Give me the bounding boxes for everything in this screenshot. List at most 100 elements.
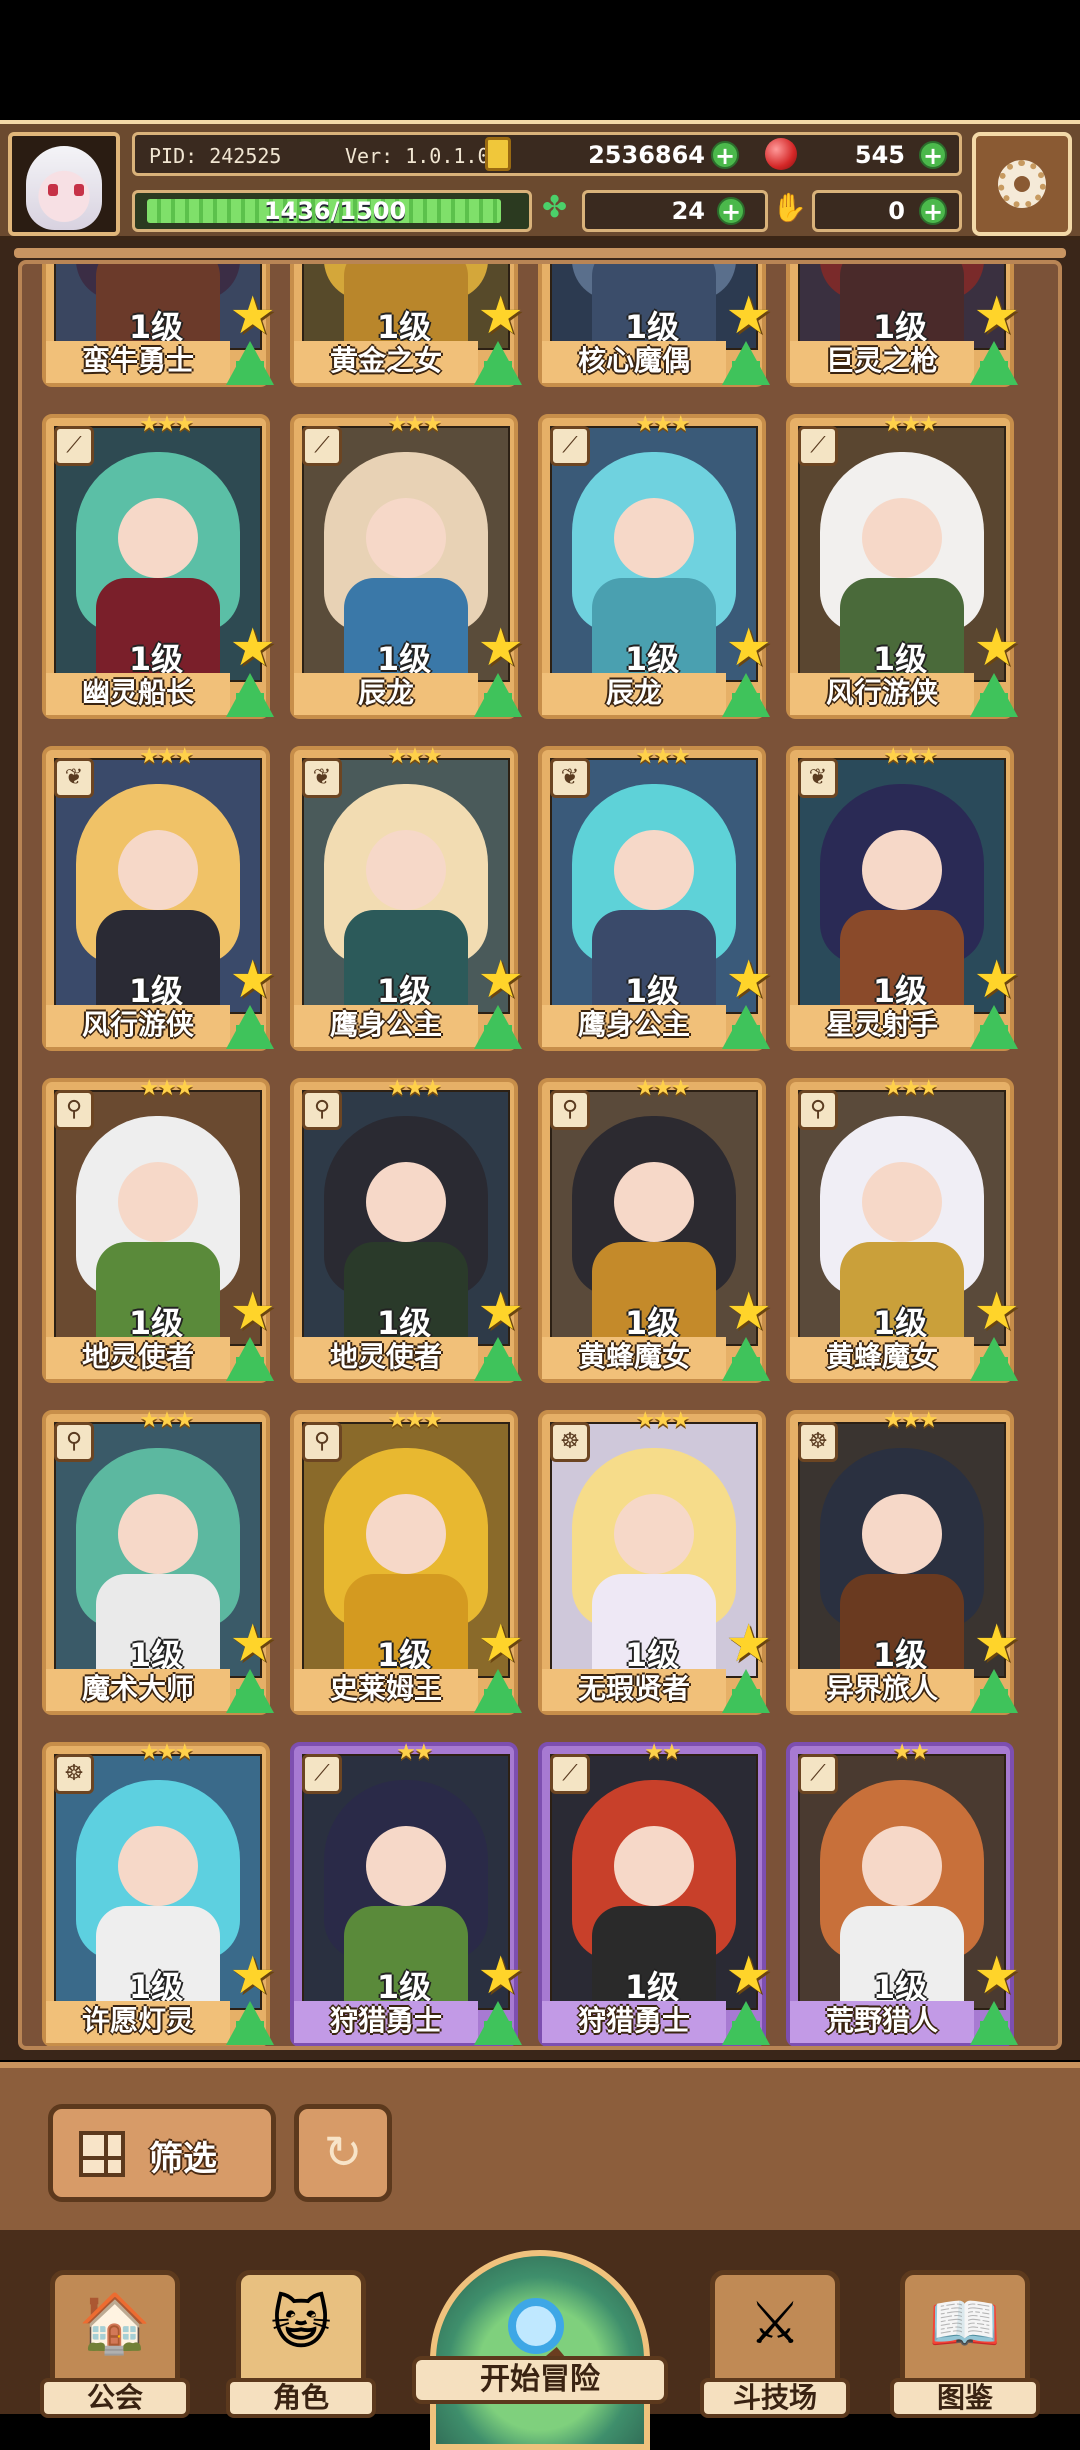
hero-card[interactable]: ☸ ★★★ 1级 ★ 无瑕贤者: [538, 1408, 772, 1715]
game-version: Ver: 1.0.1.0: [345, 144, 490, 168]
level-up-arrow-icon[interactable]: [970, 1005, 1018, 1049]
filter-button[interactable]: 筛选: [48, 2104, 276, 2202]
hero-card[interactable]: ❦ ★★★ 1级 ★ 鹰身公主: [538, 744, 772, 1051]
level-up-arrow-icon[interactable]: [970, 1669, 1018, 1713]
star-upgrade-icon: ★: [229, 1946, 276, 2006]
hero-card[interactable]: ⟋ ★★★ 1级 ★ 辰龙: [538, 412, 772, 719]
hero-face: [862, 830, 942, 910]
level-up-arrow-icon[interactable]: [226, 2001, 274, 2045]
level-up-arrow-icon[interactable]: [722, 1005, 770, 1049]
resource-row-top: PID: 242525 Ver: 1.0.1.0 2536864 + 545 +: [132, 132, 962, 176]
level-up-arrow-icon[interactable]: [722, 1669, 770, 1713]
star-upgrade-icon: ★: [229, 1614, 276, 1674]
hero-name: 鹰身公主: [329, 1008, 442, 1041]
control-panel: 筛选 ↻: [0, 2062, 1080, 2230]
level-up-arrow-icon[interactable]: [722, 2001, 770, 2045]
hero-name: 地灵使者: [81, 1340, 194, 1373]
class-icon: ☸: [798, 1422, 838, 1462]
hero-face: [862, 1826, 942, 1906]
level-up-arrow-icon[interactable]: [970, 2001, 1018, 2045]
hero-card[interactable]: ⟋ ★★★ 1级 ★ 辰龙: [290, 412, 524, 719]
refresh-button[interactable]: ↻: [294, 2104, 392, 2202]
rarity-stars: ★★★: [635, 1076, 690, 1101]
level-up-arrow-icon[interactable]: [970, 1337, 1018, 1381]
level-up-arrow-icon[interactable]: [970, 341, 1018, 385]
nav-guild[interactable]: 🏠 公会: [40, 2270, 190, 2418]
star-upgrade-icon: ★: [477, 618, 524, 678]
hero-card[interactable]: ☸ ★★★ 1级 ★ 异界旅人: [786, 1408, 1020, 1715]
hero-card[interactable]: ⟋ ★★★ 1级 ★ 幽灵船长: [42, 412, 276, 719]
level-up-arrow-icon[interactable]: [970, 673, 1018, 717]
class-icon: ⚲: [54, 1422, 94, 1462]
level-up-arrow-icon[interactable]: [226, 673, 274, 717]
class-icon: ⚲: [550, 1090, 590, 1130]
star-upgrade-icon: ★: [229, 1282, 276, 1342]
player-id: PID: 242525: [149, 144, 282, 168]
hero-card[interactable]: ⚔1级★蛮牛勇士: [42, 264, 276, 387]
hero-card[interactable]: ⟋ ★★ 1级 ★ 狩猎勇士: [290, 1740, 524, 2046]
star-upgrade-icon: ★: [973, 1946, 1020, 2006]
class-icon: ⚲: [302, 1422, 342, 1462]
star-upgrade-icon: ★: [477, 1614, 524, 1674]
hero-name: 辰龙: [357, 676, 414, 709]
hero-face: [366, 1162, 446, 1242]
magnifier-icon: [508, 2298, 564, 2354]
hero-card[interactable]: ⚔1级★黄金之女: [290, 264, 524, 387]
hero-card[interactable]: ⟋ ★★ 1级 ★ 荒野猎人: [786, 1740, 1020, 2046]
level-up-arrow-icon[interactable]: [226, 1005, 274, 1049]
level-up-arrow-icon[interactable]: [474, 673, 522, 717]
hero-card[interactable]: ❦ ★★★ 1级 ★ 鹰身公主: [290, 744, 524, 1051]
rarity-stars: ★★★: [139, 1740, 194, 1765]
hero-card[interactable]: ⚔1级★核心魔偶: [538, 264, 772, 387]
top-header: PID: 242525 Ver: 1.0.1.0 2536864 + 545 +…: [0, 120, 1080, 240]
level-up-arrow-icon[interactable]: [722, 1337, 770, 1381]
level-up-arrow-icon[interactable]: [722, 341, 770, 385]
hero-name: 魔术大师: [81, 1672, 194, 1705]
hero-card[interactable]: ⚔1级★巨灵之枪: [786, 264, 1020, 387]
level-up-arrow-icon[interactable]: [226, 341, 274, 385]
hero-card-grid[interactable]: ⚔1级★蛮牛勇士⚔1级★黄金之女⚔1级★核心魔偶⚔1级★巨灵之枪 ⟋★★★1级★幽…: [18, 260, 1062, 2050]
class-icon: ⟋: [550, 1754, 590, 1794]
gem-plus-button[interactable]: +: [919, 141, 947, 169]
keys-plus-button[interactable]: +: [919, 197, 947, 225]
level-up-arrow-icon[interactable]: [474, 1005, 522, 1049]
hero-card[interactable]: ⚲ ★★★ 1级 ★ 地灵使者: [42, 1076, 276, 1383]
nav-codex[interactable]: 📖 图鉴: [890, 2270, 1040, 2418]
hero-card[interactable]: ⚲ ★★★ 1级 ★ 黄蜂魔女: [538, 1076, 772, 1383]
class-icon: ⟋: [798, 1754, 838, 1794]
level-up-arrow-icon[interactable]: [722, 673, 770, 717]
level-up-arrow-icon[interactable]: [226, 1337, 274, 1381]
gold-coin-icon: [485, 137, 511, 171]
rarity-stars: ★★★: [387, 1408, 442, 1433]
gold-amount: 2536864: [588, 141, 705, 169]
nav-arena[interactable]: ⚔ 斗技场: [700, 2270, 850, 2418]
level-up-arrow-icon[interactable]: [226, 1669, 274, 1713]
hero-card[interactable]: ⟋ ★★★ 1级 ★ 风行游侠: [786, 412, 1020, 719]
level-up-arrow-icon[interactable]: [474, 2001, 522, 2045]
hero-card[interactable]: ⚲ ★★★ 1级 ★ 魔术大师: [42, 1408, 276, 1715]
star-upgrade-icon: ★: [725, 1614, 772, 1674]
star-upgrade-icon: ★: [477, 286, 524, 346]
settings-button[interactable]: [972, 132, 1072, 236]
star-upgrade-icon: ★: [973, 950, 1020, 1010]
hero-card[interactable]: ⚲ ★★★ 1级 ★ 黄蜂魔女: [786, 1076, 1020, 1383]
nav-adventure[interactable]: 开始冒险: [412, 2230, 668, 2450]
level-up-arrow-icon[interactable]: [474, 1337, 522, 1381]
hero-card[interactable]: ☸ ★★★ 1级 ★ 许愿灯灵: [42, 1740, 276, 2046]
rarity-stars: ★★★: [139, 744, 194, 769]
hero-card[interactable]: ❦ ★★★ 1级 ★ 星灵射手: [786, 744, 1020, 1051]
star-upgrade-icon: ★: [725, 1282, 772, 1342]
hero-card[interactable]: ❦ ★★★ 1级 ★ 风行游侠: [42, 744, 276, 1051]
hero-face: [118, 1826, 198, 1906]
clover-plus-button[interactable]: +: [717, 197, 745, 225]
level-up-arrow-icon[interactable]: [474, 1669, 522, 1713]
star-upgrade-icon: ★: [725, 1946, 772, 2006]
player-avatar[interactable]: [8, 132, 120, 236]
hero-name: 狩猎勇士: [329, 2004, 442, 2037]
gold-plus-button[interactable]: +: [711, 141, 739, 169]
hero-card[interactable]: ⚲ ★★★ 1级 ★ 史莱姆王: [290, 1408, 524, 1715]
level-up-arrow-icon[interactable]: [474, 341, 522, 385]
hero-card[interactable]: ⚲ ★★★ 1级 ★ 地灵使者: [290, 1076, 524, 1383]
nav-heroes[interactable]: 😺 角色: [226, 2270, 376, 2418]
hero-card[interactable]: ⟋ ★★ 1级 ★ 狩猎勇士: [538, 1740, 772, 2046]
